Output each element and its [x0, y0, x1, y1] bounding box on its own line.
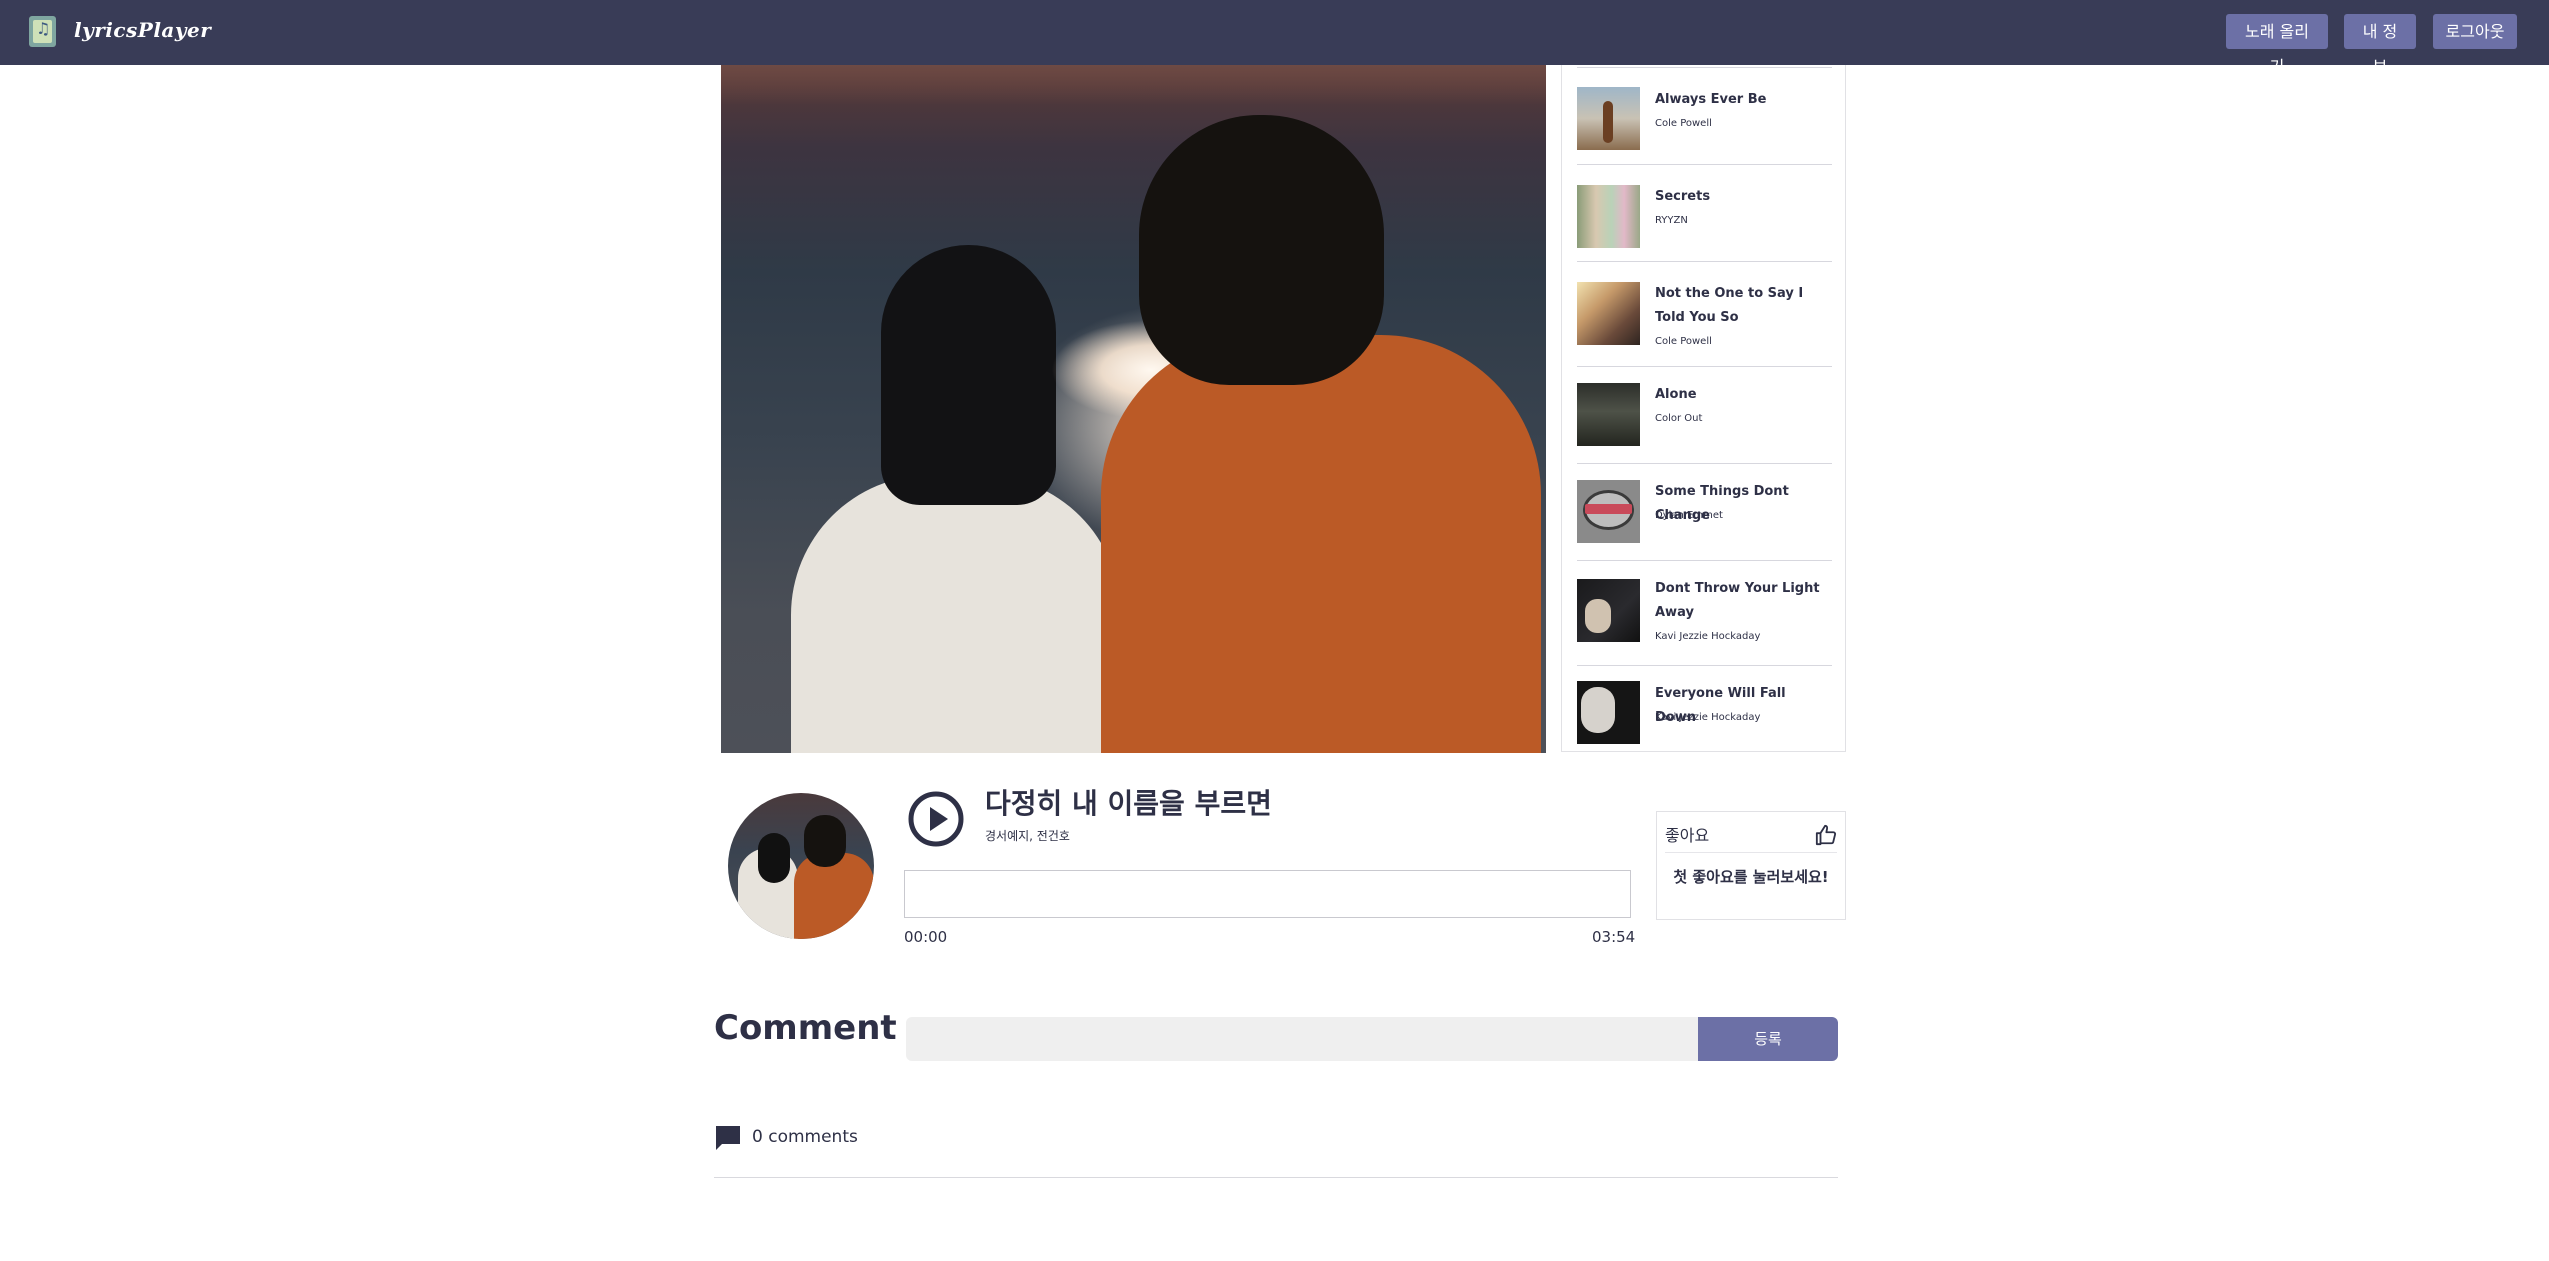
playback-progress-bar[interactable] [904, 870, 1631, 918]
playlist-item-artist: Cole Powell [1655, 336, 1712, 347]
playlist-item-title: Alone [1655, 387, 1697, 402]
play-icon[interactable] [907, 790, 965, 848]
playlist-item[interactable]: Alone Color Out [1577, 366, 1832, 463]
comment-heading: Comment [714, 1008, 897, 1048]
logout-button[interactable]: 로그아웃 [2433, 14, 2517, 49]
upload-song-button[interactable]: 노래 올리기 [2226, 14, 2328, 76]
playlist-item-title: Not the One to Say I Told You So [1655, 286, 1804, 325]
playlist-item-artist: Color Out [1655, 413, 1703, 424]
playlist-item-thumbnail [1577, 87, 1640, 150]
playlist-item-title: Secrets [1655, 189, 1711, 204]
playlist-item[interactable]: Dont Throw Your Light Away Kavi Jezzie H… [1577, 560, 1832, 665]
album-cover-image [721, 65, 1546, 753]
playlist-item[interactable]: Not the One to Say I Told You So Cole Po… [1577, 261, 1832, 366]
playlist-item-thumbnail [1577, 383, 1640, 446]
thumbs-up-icon[interactable] [1815, 824, 1837, 846]
playlist-item[interactable]: Some Things Dont Change Dylan Emmet [1577, 463, 1832, 560]
song-artist: 경서예지, 전건호 [985, 829, 1070, 843]
playlist-item[interactable]: Everyone Will Fall Down Kavi Jezzie Hock… [1577, 665, 1832, 752]
comment-icon [716, 1126, 740, 1150]
like-divider [1665, 852, 1837, 853]
current-time: 00:00 [904, 928, 948, 946]
like-panel: 좋아요 첫 좋아요를 눌러보세요! [1656, 811, 1846, 920]
song-title: 다정히 내 이름을 부르면 [985, 787, 1272, 820]
song-avatar-image [728, 793, 874, 939]
playlist-item-thumbnail [1577, 681, 1640, 744]
like-label: 좋아요 [1665, 826, 1710, 845]
playlist-item-title: Always Ever Be [1655, 92, 1767, 107]
playlist-item-thumbnail [1577, 185, 1640, 248]
comment-submit-button[interactable]: 등록 [1698, 1017, 1838, 1061]
playlist-panel: Always Ever Be Cole Powell Secrets RYYZN… [1561, 65, 1846, 752]
playlist-item-artist: RYYZN [1655, 215, 1688, 226]
playlist-item-thumbnail [1577, 579, 1640, 642]
playlist-item-title: Dont Throw Your Light Away [1655, 581, 1820, 620]
playlist-item-artist: Dylan Emmet [1655, 510, 1723, 521]
playlist-item-thumbnail [1577, 282, 1640, 345]
playlist-item[interactable]: Always Ever Be Cole Powell [1577, 67, 1832, 164]
playlist-item-thumbnail [1577, 480, 1640, 543]
comment-count: 0 comments [752, 1127, 858, 1147]
total-time: 03:54 [1592, 928, 1636, 946]
playlist-item-artist: Cole Powell [1655, 118, 1712, 129]
like-empty-message: 첫 좋아요를 눌러보세요! [1673, 868, 1829, 886]
playlist-item-artist: Kavi Jezzie Hockaday [1655, 631, 1761, 642]
playlist-item-artist: Kavi Jezzie Hockaday [1655, 712, 1761, 723]
app-logo-icon[interactable] [29, 16, 56, 47]
comment-input[interactable] [906, 1017, 1698, 1061]
my-info-button[interactable]: 내 정보 [2344, 14, 2416, 76]
comment-divider [714, 1177, 1838, 1178]
top-navigation-bar: lyricsPlayer 노래 올리기 내 정보 로그아웃 [0, 0, 2549, 76]
playlist-item[interactable]: Secrets RYYZN [1577, 164, 1832, 261]
brand-name[interactable]: lyricsPlayer [74, 18, 211, 42]
